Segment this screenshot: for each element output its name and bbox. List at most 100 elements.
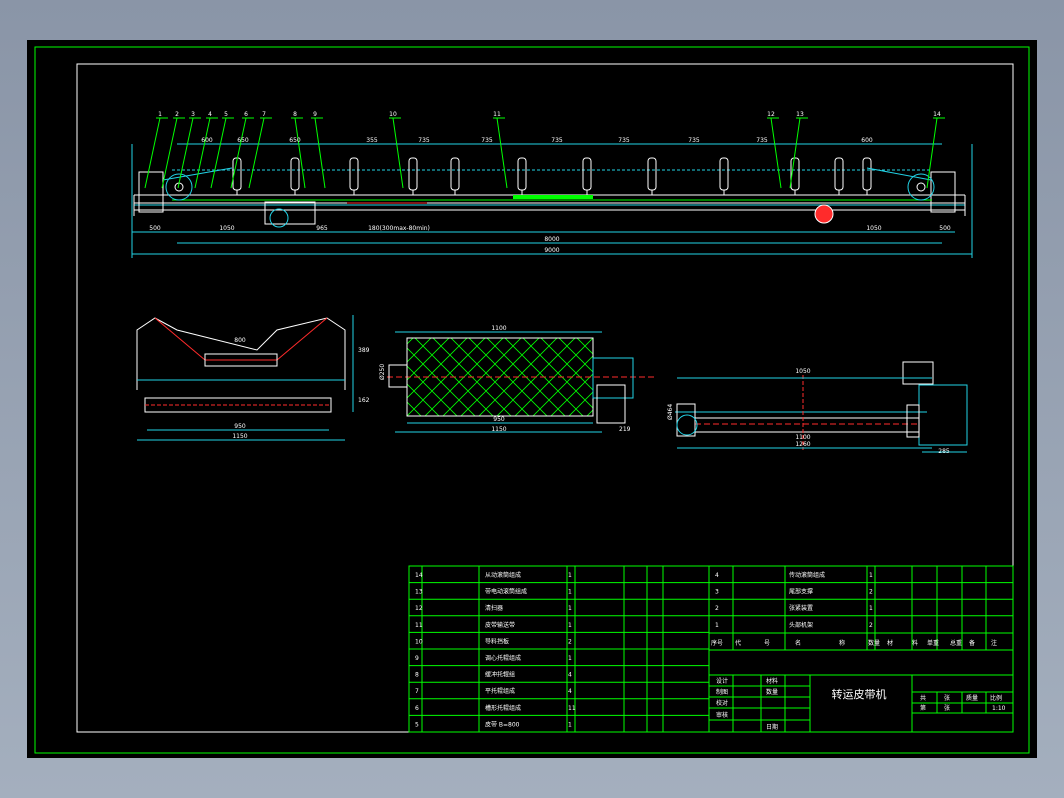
part-qty: 1: [568, 572, 572, 579]
part-qty: 1: [869, 605, 873, 612]
cad-viewport[interactable]: 1 2 3 4 5 6 7 8 9 10 11 12 13 14 600 650 650 355 735 735 73…: [0, 0, 1064, 798]
top-dim: 735: [418, 137, 430, 144]
part-qty: 1: [568, 605, 572, 612]
tb-quantity-label: 数量: [766, 688, 778, 696]
pulley-view: [387, 331, 657, 433]
part-name: 缓冲托辊组: [485, 671, 515, 679]
drive-dim-4: 285: [938, 448, 950, 455]
tb-stage-0: 共: [920, 694, 926, 702]
idler-stand: [862, 157, 872, 191]
top-dim: 735: [618, 137, 630, 144]
bottom-dim: 500: [939, 225, 951, 232]
balloon-9: 9: [313, 111, 317, 118]
top-dim: 735: [756, 137, 768, 144]
drive-dim-2: 1100: [795, 434, 810, 441]
tb-designer: 设计: [716, 677, 728, 685]
bottom-dim: 1050: [866, 225, 881, 232]
header-cell: 备: [969, 639, 975, 647]
balloon-10: 10: [389, 111, 397, 118]
balloon-3: 3: [191, 111, 195, 118]
drive-dim-1: Ø464: [667, 404, 674, 420]
part-no: 1: [715, 622, 719, 629]
top-dim: 735: [481, 137, 493, 144]
top-dim: 600: [201, 137, 213, 144]
part-qty: 1: [568, 589, 572, 596]
title-block: [708, 674, 1013, 732]
bottom-dim: 180(300max-80min): [368, 225, 430, 232]
part-no: 14: [415, 572, 423, 579]
part-qty: 2: [869, 589, 873, 596]
part-name: 传动滚筒组成: [789, 571, 825, 579]
tb-sheet-0: 第: [920, 704, 926, 712]
part-qty: 4: [568, 672, 572, 679]
part-name: 平托辊组成: [485, 687, 515, 695]
drive-dim-0: 1050: [795, 368, 810, 375]
header-cell: 材: [887, 639, 893, 647]
drawing-title: 转运皮带机: [832, 687, 887, 701]
tb-stage-3: 比例: [990, 694, 1002, 702]
idler-dim-0: 800: [234, 337, 246, 344]
idler-stand: [408, 157, 418, 191]
pulley-dim-3: 219: [619, 426, 631, 433]
part-qty: 2: [568, 638, 572, 645]
top-dim: 650: [237, 137, 249, 144]
idler-stand: [517, 157, 527, 191]
header-cell: 单重: [927, 639, 939, 647]
tb-reviewer: 审核: [716, 711, 728, 719]
part-qty: 1: [869, 572, 873, 579]
idler-stand: [719, 157, 729, 191]
header-cell: 料: [912, 639, 918, 647]
header-cell: 称: [839, 639, 845, 647]
balloon-5: 5: [224, 111, 228, 118]
part-name: 张紧装置: [789, 604, 813, 612]
idler-stand: [834, 157, 844, 191]
header-cell: 代: [735, 639, 741, 647]
idler-section-view: [136, 315, 354, 441]
part-name: 尾部支撑: [789, 588, 813, 596]
pulley-dim-2: 1150: [491, 426, 506, 433]
total-inner-dim: 8000: [544, 236, 559, 243]
header-cell: 序号: [711, 639, 723, 647]
part-no: 5: [415, 721, 419, 728]
header-cell: 注: [991, 639, 997, 647]
tb-drafter: 制图: [716, 688, 728, 696]
pulley-dim-4: Ø250: [379, 364, 386, 380]
part-name: 导料挡板: [485, 637, 509, 645]
top-dim: 600: [861, 137, 873, 144]
part-name: 皮带 B=800: [485, 720, 520, 728]
idler-dim-1: 389: [358, 347, 370, 354]
part-no: 3: [715, 589, 719, 596]
idler-dim-2: 162: [358, 397, 370, 404]
part-balloons: 1 2 3 4 5 6 7 8 9 10 11 12 13 14: [144, 111, 945, 189]
part-name: 槽形托辊组成: [485, 704, 521, 712]
balloon-2: 2: [175, 111, 179, 118]
header-cell: 数量: [868, 639, 880, 647]
part-name: 从动滚筒组成: [485, 571, 521, 579]
top-dim: 735: [551, 137, 563, 144]
balloon-7: 7: [262, 111, 266, 118]
tb-checker: 校对: [716, 699, 728, 707]
balloon-11: 11: [493, 111, 501, 118]
drawing-sheet: 1 2 3 4 5 6 7 8 9 10 11 12 13 14 600 650 650 355 735 735 73…: [27, 40, 1037, 758]
part-name: 皮带输送带: [485, 621, 515, 629]
pulley-dim-0: 1100: [491, 325, 506, 332]
idler-dim-4: 1150: [232, 433, 247, 440]
balloon-1: 1: [158, 111, 162, 118]
balloon-12: 12: [767, 111, 775, 118]
header-cell: 名: [795, 639, 801, 647]
idler-stand: [349, 157, 359, 191]
balloon-13: 13: [796, 111, 804, 118]
part-no: 2: [715, 605, 719, 612]
part-no: 9: [415, 655, 419, 662]
bottom-dim: 500: [149, 225, 161, 232]
idler-dim-3: 950: [234, 423, 246, 430]
top-dim: 355: [366, 137, 378, 144]
parts-header-row: 序号 代 号 名 称 数量材 料 单重 总重备 注: [709, 632, 1013, 651]
top-dim: 650: [289, 137, 301, 144]
drawing-scale: 1:10: [992, 705, 1006, 712]
balloon-14: 14: [933, 111, 941, 118]
tb-stage-2: 质量: [966, 694, 978, 702]
idler-stand: [647, 157, 657, 191]
part-qty: 11: [568, 705, 576, 712]
part-name: 带电动滚筒组成: [485, 588, 527, 596]
